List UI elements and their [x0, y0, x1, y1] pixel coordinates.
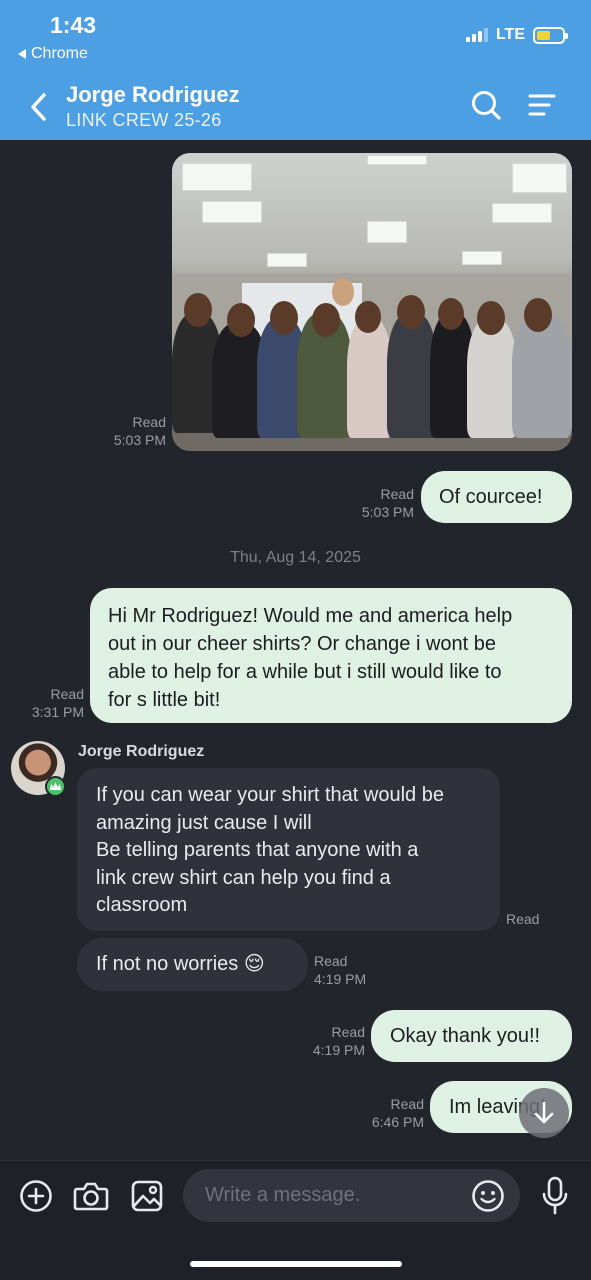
home-indicator: [190, 1261, 402, 1267]
shared-photo[interactable]: [172, 153, 572, 451]
microphone-icon[interactable]: [541, 1176, 569, 1216]
back-triangle-icon: [18, 49, 26, 59]
menu-icon[interactable]: [527, 92, 557, 118]
signal-icon: [465, 28, 488, 42]
back-to-app[interactable]: Chrome: [18, 45, 88, 63]
status-indicators: LTE: [465, 26, 568, 44]
message-outgoing[interactable]: Of courcee!: [421, 471, 572, 523]
message-outgoing[interactable]: Okay thank you!!: [371, 1010, 572, 1062]
photo-read-receipt: Read 5:03 PM: [113, 414, 166, 448]
m4-read-receipt: Read 4:19 PM: [314, 953, 367, 987]
network-label: LTE: [495, 26, 525, 43]
scroll-to-bottom-button[interactable]: [519, 1088, 569, 1138]
camera-icon[interactable]: [73, 1179, 109, 1213]
m1-read-receipt: Read 5:03 PM: [361, 486, 414, 520]
m2-read-receipt: Read 3:31 PM: [31, 686, 84, 720]
chevron-left-icon[interactable]: [28, 92, 50, 122]
sender-name: Jorge Rodriguez: [78, 743, 205, 760]
message-incoming[interactable]: If you can wear your shirt that would be…: [77, 768, 500, 931]
date-separator: Thu, Aug 14, 2025: [230, 549, 361, 566]
battery-icon: [533, 26, 568, 44]
plus-icon[interactable]: [19, 1179, 53, 1213]
gallery-icon[interactable]: [130, 1179, 164, 1213]
crown-icon: [45, 776, 66, 797]
message-incoming[interactable]: If not no worries 😌: [77, 938, 308, 991]
arrow-down-icon: [534, 1101, 554, 1124]
m6-read-receipt: Read 6:46 PM: [371, 1096, 424, 1130]
chat-header: 1:43 Chrome LTE Jorge Rodriguez LINK CRE…: [0, 0, 591, 140]
back-app-label: Chrome: [31, 45, 88, 62]
chat-subtitle: LINK CREW 25-26: [66, 110, 222, 130]
chat-title[interactable]: Jorge Rodriguez: [66, 82, 240, 108]
m5-read-receipt: Read 4:19 PM: [312, 1024, 365, 1058]
emoji-icon[interactable]: [471, 1179, 505, 1213]
message-input[interactable]: [183, 1169, 520, 1222]
status-time: 1:43: [50, 12, 97, 38]
search-icon[interactable]: [470, 89, 502, 121]
message-outgoing[interactable]: Hi Mr Rodriguez! Would me and america he…: [90, 588, 572, 723]
m3-read-receipt: Read: [506, 911, 540, 927]
